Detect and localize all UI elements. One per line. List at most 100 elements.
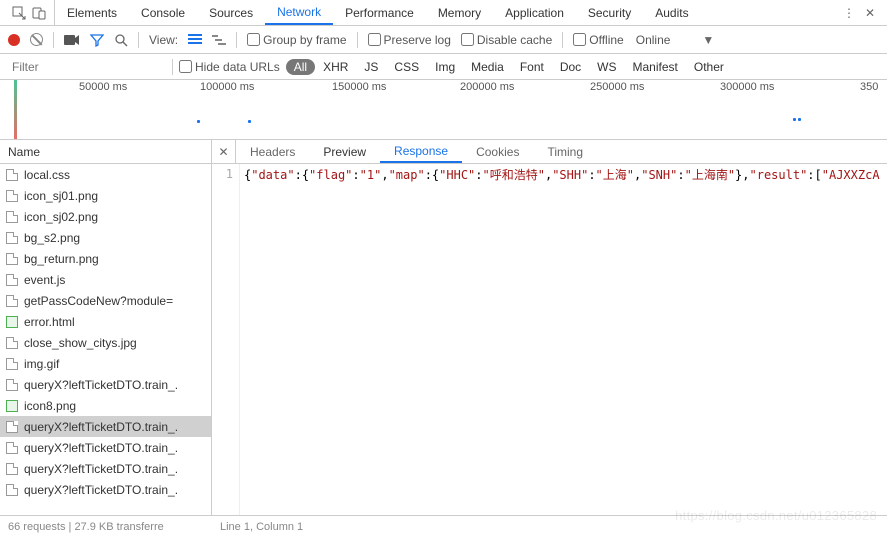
request-row[interactable]: queryX?leftTicketDTO.train_. [0,416,211,437]
request-row[interactable]: queryX?leftTicketDTO.train_. [0,479,211,500]
network-toolbar: View: Group by frame Preserve log Disabl… [0,26,887,54]
filter-bar: Hide data URLs AllXHRJSCSSImgMediaFontDo… [0,54,887,80]
throttling-select[interactable]: Online [636,33,671,47]
type-filter-media[interactable]: Media [463,59,512,75]
preserve-log-checkbox[interactable]: Preserve log [368,33,451,47]
clear-button[interactable] [30,33,43,46]
type-filter-other[interactable]: Other [686,59,732,75]
cursor-position: Line 1, Column 1 [212,521,303,533]
timeline-tick: 350 [860,81,878,93]
type-filter-xhr[interactable]: XHR [315,59,356,75]
line-gutter: 1 [212,164,240,515]
type-filter-doc[interactable]: Doc [552,59,589,75]
offline-checkbox[interactable]: Offline [573,33,623,47]
timeline-tick: 300000 ms [720,81,774,93]
request-row[interactable]: queryX?leftTicketDTO.train_. [0,437,211,458]
request-name: icon8.png [24,399,76,413]
request-row[interactable]: img.gif [0,353,211,374]
group-by-frame-checkbox[interactable]: Group by frame [247,33,346,47]
file-icon [6,379,18,391]
search-icon[interactable] [114,33,128,47]
file-icon [6,190,18,202]
camera-icon[interactable] [64,34,80,46]
type-filter-manifest[interactable]: Manifest [625,59,686,75]
timeline-marker [798,118,801,121]
request-details-panel: ✕ HeadersPreviewResponseCookiesTiming 1 … [212,140,887,515]
inspect-icon[interactable] [12,6,26,20]
detail-tab-preview[interactable]: Preview [309,140,380,163]
close-devtools-icon[interactable]: ✕ [865,6,875,20]
type-filter-all[interactable]: All [286,59,315,75]
hide-data-urls-checkbox[interactable]: Hide data URLs [179,60,280,74]
response-code: {"data":{"flag":"1","map":{"HHC":"呼和浩特",… [240,164,887,515]
type-filter-css[interactable]: CSS [386,59,427,75]
dock-controls [4,0,55,25]
detail-tab-cookies[interactable]: Cookies [462,140,533,163]
waterfall-icon[interactable] [212,34,226,46]
timeline-marker [248,120,251,123]
file-icon [6,484,18,496]
request-row[interactable]: bg_return.png [0,248,211,269]
request-row[interactable]: icon_sj01.png [0,185,211,206]
close-details-icon[interactable]: ✕ [212,140,236,163]
request-row[interactable]: queryX?leftTicketDTO.train_. [0,374,211,395]
type-filter-ws[interactable]: WS [589,59,624,75]
filter-input[interactable] [6,57,166,77]
request-row[interactable]: getPassCodeNew?module= [0,290,211,311]
main-tab-performance[interactable]: Performance [333,0,426,25]
request-list-panel: Name local.css icon_sj01.png icon_sj02.png… [0,140,212,515]
timeline-overview[interactable]: 50000 ms100000 ms150000 ms200000 ms25000… [0,80,887,140]
timeline-tick: 250000 ms [590,81,644,93]
main-tab-memory[interactable]: Memory [426,0,493,25]
status-bar: 66 requests | 27.9 KB transferre Line 1,… [0,516,887,538]
file-icon [6,358,18,370]
name-column-header[interactable]: Name [0,140,211,164]
request-row[interactable]: icon8.png [0,395,211,416]
dropdown-caret-icon[interactable]: ▼ [702,33,714,47]
request-name: queryX?leftTicketDTO.train_. [24,378,178,392]
request-row[interactable]: error.html [0,311,211,332]
file-icon [6,169,18,181]
main-tab-audits[interactable]: Audits [643,0,700,25]
request-row[interactable]: local.css [0,164,211,185]
timeline-marker [793,118,796,121]
record-button[interactable] [8,34,20,46]
type-filter-img[interactable]: Img [427,59,463,75]
main-tab-sources[interactable]: Sources [197,0,265,25]
disable-cache-checkbox[interactable]: Disable cache [461,33,552,47]
main-tab-application[interactable]: Application [493,0,576,25]
view-label: View: [149,33,178,47]
type-filter-font[interactable]: Font [512,59,552,75]
request-row[interactable]: queryX?leftTicketDTO.train_. [0,458,211,479]
request-row[interactable]: event.js [0,269,211,290]
main-tab-elements[interactable]: Elements [55,0,129,25]
main-tab-security[interactable]: Security [576,0,643,25]
main-tab-console[interactable]: Console [129,0,197,25]
network-split: Name local.css icon_sj01.png icon_sj02.png… [0,140,887,516]
main-tabs: ElementsConsoleSourcesNetworkPerformance… [55,0,701,25]
detail-tab-response[interactable]: Response [380,140,462,163]
request-row[interactable]: close_show_citys.jpg [0,332,211,353]
response-body[interactable]: 1 {"data":{"flag":"1","map":{"HHC":"呼和浩特… [212,164,887,515]
request-list[interactable]: local.css icon_sj01.png icon_sj02.pngbg_s2… [0,164,211,515]
large-rows-icon[interactable] [188,34,202,46]
type-filter-js[interactable]: JS [356,59,386,75]
devtools-tabbar: ElementsConsoleSourcesNetworkPerformance… [0,0,887,26]
request-row[interactable]: bg_s2.png [0,227,211,248]
main-tab-network[interactable]: Network [265,0,333,25]
request-name: event.js [24,273,65,287]
file-icon [6,463,18,475]
file-icon [6,253,18,265]
file-icon [6,274,18,286]
detail-tab-timing[interactable]: Timing [533,140,597,163]
request-name: icon_sj01.png [24,189,98,203]
kebab-icon[interactable]: ⋮ [843,6,855,20]
detail-tab-headers[interactable]: Headers [236,140,309,163]
request-name: queryX?leftTicketDTO.train_. [24,462,178,476]
request-row[interactable]: icon_sj02.png [0,206,211,227]
device-toggle-icon[interactable] [32,6,46,20]
filter-toggle-icon[interactable] [90,33,104,47]
timeline-tick: 50000 ms [79,81,127,93]
file-icon [6,211,18,223]
file-icon [6,232,18,244]
